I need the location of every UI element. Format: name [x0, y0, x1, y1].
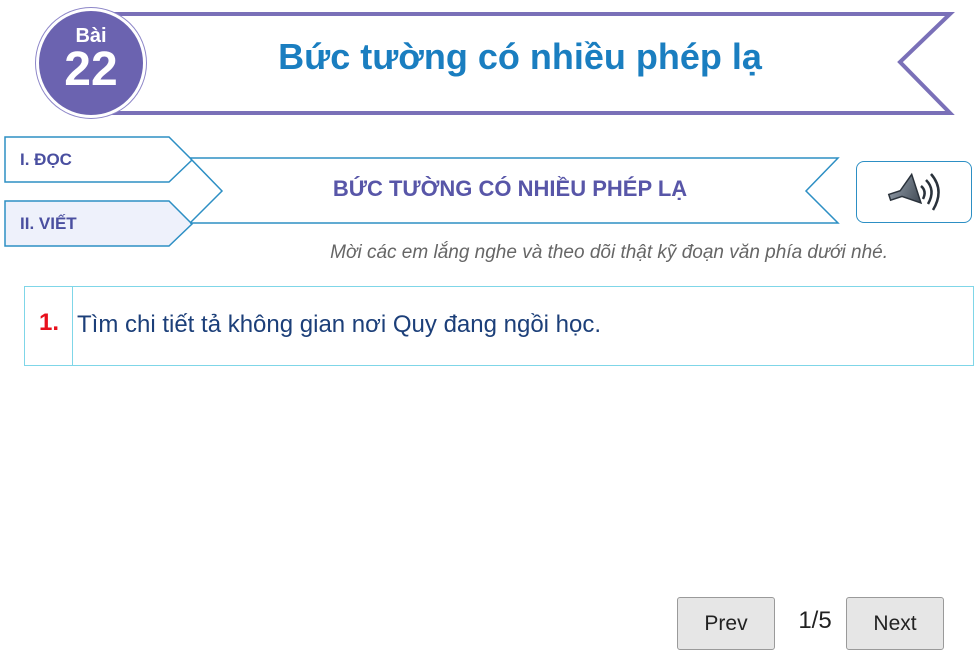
tab-viet[interactable]: II. VIẾT: [4, 200, 194, 248]
section-title: BỨC TƯỜNG CÓ NHIỀU PHÉP LẠ: [332, 176, 688, 201]
section-ribbon: BỨC TƯỜNG CÓ NHIỀU PHÉP LẠ: [188, 157, 840, 225]
lesson-badge: Bài 22: [36, 8, 146, 118]
question-text: Tìm chi tiết tả không gian nơi Quy đang …: [77, 311, 602, 338]
instruction-text: Mời các em lắng nghe và theo dõi thật kỹ…: [330, 242, 888, 263]
audio-button[interactable]: [856, 161, 972, 223]
next-button[interactable]: Next: [846, 597, 944, 650]
speaker-icon: [887, 172, 940, 211]
badge-number: 22: [64, 43, 118, 96]
question-box: 1. Tìm chi tiết tả không gian nơi Quy đa…: [24, 286, 974, 366]
tab-viet-label: II. VIẾT: [20, 214, 77, 233]
tab-doc[interactable]: I. ĐỌC: [4, 136, 194, 184]
lesson-title: Bức tường có nhiều phép lạ: [278, 36, 762, 77]
page-indicator: 1/5: [798, 607, 832, 634]
question-number: 1.: [39, 309, 60, 336]
tab-doc-label: I. ĐỌC: [20, 150, 72, 169]
lesson-banner: Bài 22 Bức tường có nhiều phép lạ: [0, 0, 980, 125]
prev-button[interactable]: Prev: [677, 597, 775, 650]
question-number-cell: 1.: [25, 287, 73, 365]
